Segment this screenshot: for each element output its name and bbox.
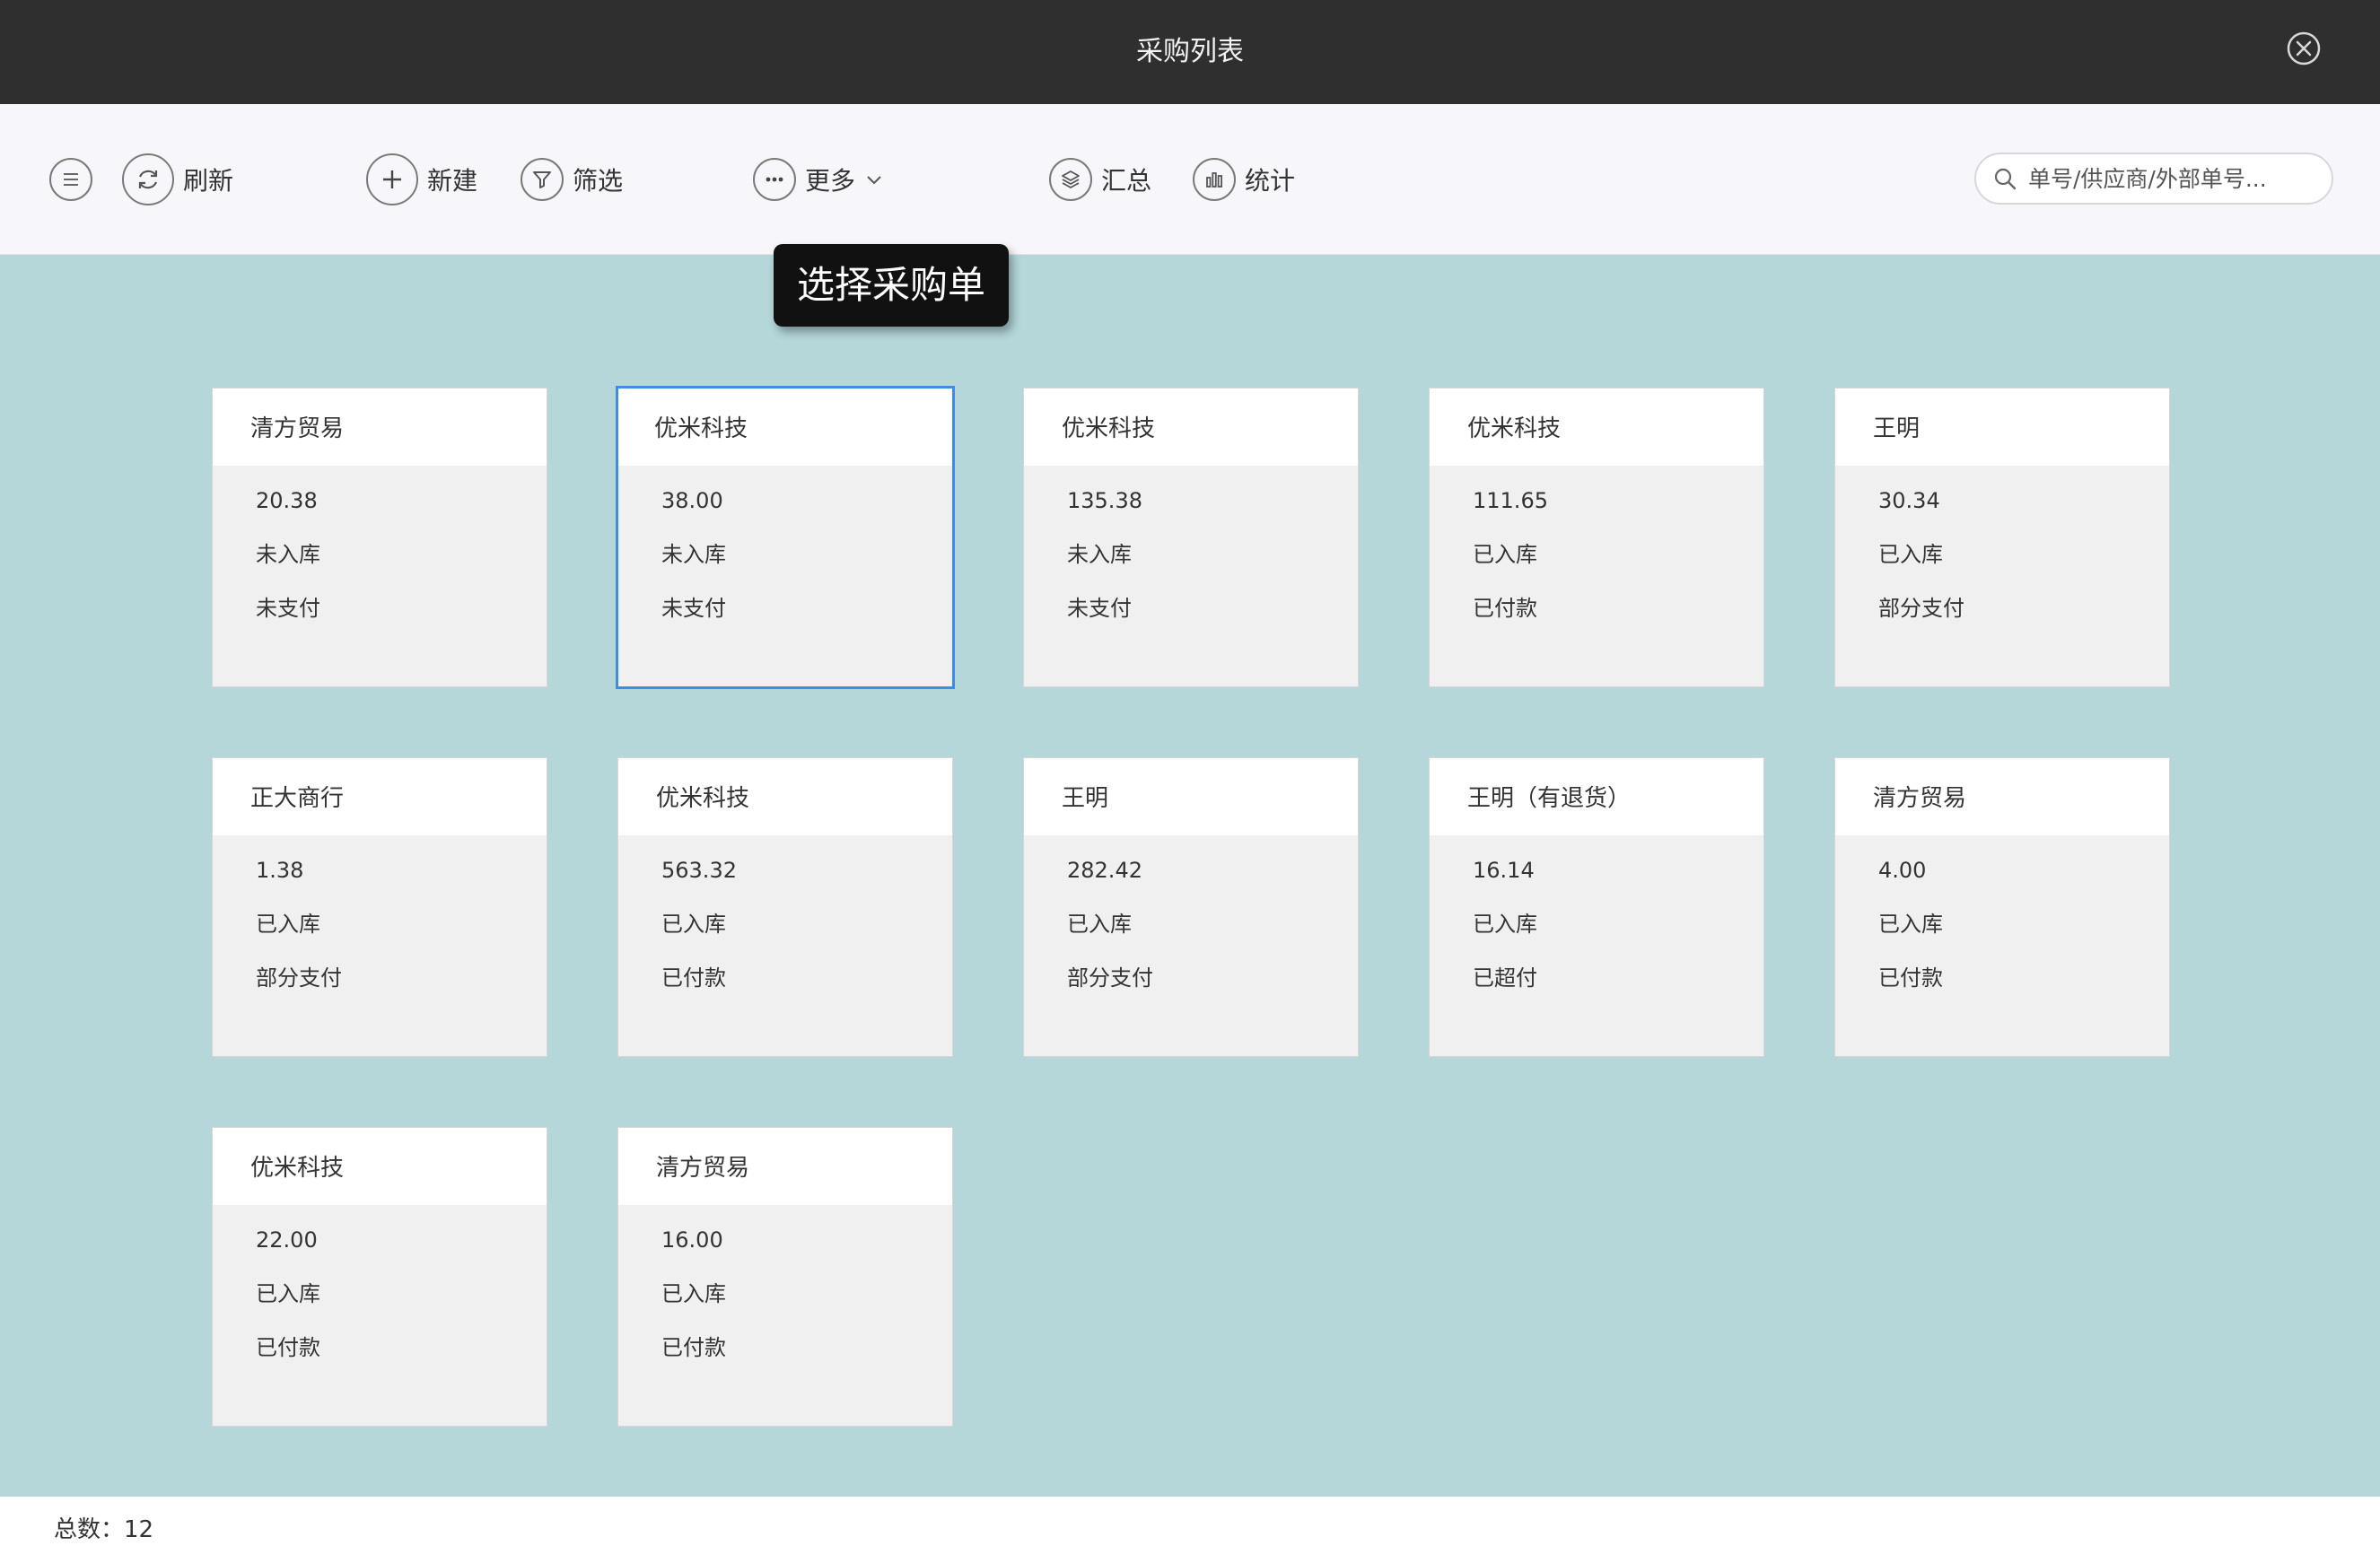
card-supplier: 优米科技 [618, 389, 952, 466]
title-bar: 采购列表 [0, 0, 2380, 104]
card-stock-status: 已入库 [256, 912, 320, 937]
filter-button[interactable]: 筛选 [521, 153, 623, 206]
tooltip: 选择采购单 [774, 244, 1010, 327]
chevron-down-icon [864, 170, 884, 189]
card-supplier: 清方贸易 [618, 1128, 952, 1205]
new-button[interactable]: 新建 [366, 153, 477, 206]
card-pay-status: 已付款 [1473, 596, 1537, 621]
card-supplier: 优米科技 [1430, 389, 1763, 466]
card-amount: 20.38 [256, 488, 318, 513]
purchase-card[interactable]: 优米科技 38.00 未入库未支付 [616, 386, 955, 689]
purchase-card[interactable]: 优米科技 111.65 已入库已付款 [1429, 388, 1764, 687]
card-pay-status: 已超付 [1473, 965, 1537, 991]
card-pay-status: 已付款 [661, 965, 726, 991]
card-supplier: 清方贸易 [1835, 758, 2169, 835]
refresh-icon [122, 153, 174, 205]
bar-chart-icon [1193, 158, 1236, 201]
close-icon[interactable] [2286, 31, 2322, 66]
card-pay-status: 未支付 [256, 596, 320, 621]
card-amount: 38.00 [661, 488, 723, 513]
card-stock-status: 已入库 [256, 1281, 320, 1306]
card-amount: 16.14 [1473, 858, 1535, 883]
card-pay-status: 部分支付 [256, 965, 342, 991]
main-area: 选择采购单 清方贸易 20.38 未入库 未支付 优米科技 38.00 未入库 未支付 优米科技… [0, 244, 2380, 1497]
card-stock-status: 未入库 [256, 542, 320, 567]
card-pay-status: 已付款 [256, 1335, 320, 1360]
card-pay-status: 未支付 [1067, 596, 1132, 621]
more-icon [753, 158, 796, 201]
more-label: 更多 [805, 166, 856, 196]
search-icon [1992, 166, 2017, 191]
purchase-card[interactable]: 清方贸易 20.38 未入库未支付 [212, 388, 547, 687]
purchase-card[interactable]: 清方贸易 16.00 已入库已付款 [617, 1127, 953, 1427]
card-amount: 111.65 [1473, 488, 1548, 513]
card-amount: 135.38 [1067, 488, 1142, 513]
purchase-card[interactable]: 优米科技 22.00 已入库已付款 [212, 1127, 547, 1427]
card-supplier: 王明 [1024, 758, 1358, 835]
status-bar: 总数：12 [0, 1497, 2380, 1563]
stats-button[interactable]: 统计 [1193, 153, 1295, 206]
card-amount: 1.38 [256, 858, 304, 883]
total-count: 总数：12 [54, 1516, 154, 1543]
filter-label: 筛选 [573, 166, 624, 196]
card-stock-status: 已入库 [1473, 542, 1537, 567]
card-stock-status: 未入库 [661, 542, 726, 567]
card-stock-status: 已入库 [1878, 912, 1943, 937]
purchase-card[interactable]: 正大商行 1.38 已入库部分支付 [212, 757, 547, 1057]
menu-button[interactable] [49, 153, 92, 206]
summary-button[interactable]: 汇总 [1049, 153, 1151, 206]
purchase-card[interactable]: 王明（有退货） 16.14 已入库已超付 [1429, 757, 1764, 1057]
purchase-card[interactable]: 王明 282.42 已入库部分支付 [1023, 757, 1359, 1057]
card-pay-status: 部分支付 [1878, 596, 1964, 621]
summary-label: 汇总 [1101, 166, 1152, 196]
card-amount: 16.00 [661, 1227, 723, 1253]
menu-icon [49, 158, 92, 201]
new-label: 新建 [427, 166, 478, 196]
search-box[interactable] [1974, 153, 2333, 205]
card-amount: 30.34 [1878, 488, 1940, 513]
card-supplier: 优米科技 [618, 758, 952, 835]
card-supplier: 优米科技 [213, 1128, 547, 1205]
plus-icon [366, 153, 418, 205]
filter-icon [521, 158, 564, 201]
purchase-card[interactable]: 优米科技 563.32 已入库已付款 [617, 757, 953, 1057]
layers-icon [1049, 158, 1092, 201]
card-amount: 22.00 [256, 1227, 318, 1253]
refresh-button[interactable]: 刷新 [122, 153, 233, 206]
card-pay-status: 未支付 [661, 596, 726, 621]
search-input[interactable] [2028, 165, 2315, 192]
refresh-label: 刷新 [183, 166, 234, 196]
card-pay-status: 部分支付 [1067, 965, 1153, 991]
card-supplier: 优米科技 [1024, 389, 1358, 466]
card-stock-status: 未入库 [1067, 542, 1132, 567]
card-stock-status: 已入库 [1473, 912, 1537, 937]
card-supplier: 正大商行 [213, 758, 547, 835]
card-amount: 4.00 [1878, 858, 1927, 883]
card-amount: 282.42 [1067, 858, 1142, 883]
card-supplier: 王明（有退货） [1430, 758, 1763, 835]
more-button[interactable]: 更多 [753, 153, 884, 206]
purchase-card[interactable]: 优米科技 135.38 未入库未支付 [1023, 388, 1359, 687]
card-stock-status: 已入库 [661, 1281, 726, 1306]
card-stock-status: 已入库 [1878, 542, 1943, 567]
toolbar: 刷新 新建 筛选 更多 汇总 统计 单号/供应商/外部单号... [0, 104, 2380, 255]
card-pay-status: 已付款 [661, 1335, 726, 1360]
card-stock-status: 已入库 [1067, 912, 1132, 937]
card-stock-status: 已入库 [661, 912, 726, 937]
card-supplier: 王明 [1835, 389, 2169, 466]
card-supplier: 清方贸易 [213, 389, 547, 466]
purchase-card[interactable]: 王明 30.34 已入库部分支付 [1834, 388, 2170, 687]
stats-label: 统计 [1245, 166, 1296, 196]
card-amount: 563.32 [661, 858, 737, 883]
card-pay-status: 已付款 [1878, 965, 1943, 991]
purchase-card[interactable]: 清方贸易 4.00 已入库已付款 [1834, 757, 2170, 1057]
card-grid: 清方贸易 20.38 未入库 未支付 优米科技 38.00 未入库 未支付 优米科技 135.38… [0, 255, 2380, 1497]
window-title: 采购列表 [1136, 36, 1244, 67]
